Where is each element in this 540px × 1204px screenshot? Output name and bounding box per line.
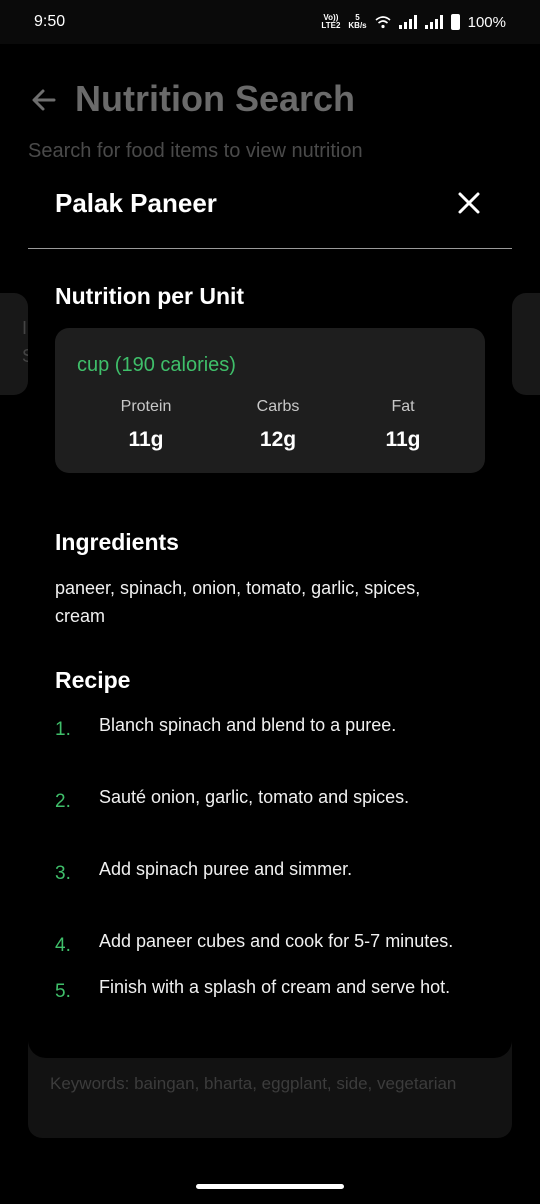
status-time: 9:50: [34, 13, 66, 30]
background-card: [512, 293, 540, 395]
battery-percent: 100%: [467, 13, 506, 31]
step-number: 1.: [55, 719, 71, 740]
signal-icon: [398, 15, 417, 29]
unit-label: cup (190 calories): [77, 354, 236, 376]
macro-protein: Protein 11g: [86, 398, 206, 452]
close-button[interactable]: [452, 186, 486, 220]
signal-icon: [424, 15, 443, 29]
divider: [28, 248, 512, 249]
battery-icon: [450, 14, 460, 30]
wifi-icon: [375, 16, 391, 29]
step-number: 4.: [55, 935, 71, 956]
step-text: Finish with a splash of cream and serve …: [99, 977, 451, 997]
home-indicator[interactable]: [196, 1184, 344, 1189]
recipe-heading: Recipe: [55, 667, 131, 693]
macro-carbs: Carbs 12g: [218, 398, 338, 452]
nutrition-card: cup (190 calories) Protein 11g Carbs 12g…: [55, 328, 485, 473]
step-number: 2.: [55, 791, 71, 812]
network-speed: 5 KB/s: [348, 13, 367, 30]
keywords-text: Keywords: baingan, bharta, eggplant, sid…: [50, 1074, 457, 1093]
ingredients-text: paneer, spinach, onion, tomato, garlic, …: [55, 578, 421, 626]
background-card: [0, 293, 28, 395]
status-icons: Vo)) LTE2 5 KB/s 100%: [321, 14, 506, 31]
macro-value: 11g: [128, 428, 164, 451]
step-text: Add spinach puree and simmer.: [99, 859, 353, 879]
macro-value: 11g: [385, 428, 421, 451]
page-title: Nutrition Search: [75, 78, 356, 119]
network-type: Vo)) LTE2: [321, 13, 341, 30]
macro-label: Fat: [391, 398, 415, 415]
ingredients-heading: Ingredients: [55, 529, 179, 555]
close-icon[interactable]: [452, 186, 486, 220]
back-arrow-icon[interactable]: [30, 86, 58, 122]
macro-label: Protein: [120, 398, 172, 415]
background-card-text: I: [22, 318, 28, 338]
step-number: 5.: [55, 981, 71, 1002]
step-number: 3.: [55, 863, 71, 884]
status-bar: 9:50 Vo)) LTE2 5 KB/s 100%: [0, 0, 540, 44]
food-detail-modal: Palak Paneer Nutrition per Unit cup (190…: [28, 160, 512, 1058]
macro-label: Carbs: [256, 398, 300, 415]
step-text: Blanch spinach and blend to a puree.: [99, 715, 397, 735]
macro-fat: Fat 11g: [343, 398, 463, 452]
modal-title: Palak Paneer: [55, 188, 217, 218]
step-text: Sauté onion, garlic, tomato and spices.: [99, 787, 410, 807]
macro-value: 12g: [259, 428, 297, 451]
nutrition-heading: Nutrition per Unit: [55, 283, 245, 309]
step-text: Add paneer cubes and cook for 5-7 minute…: [99, 931, 454, 951]
